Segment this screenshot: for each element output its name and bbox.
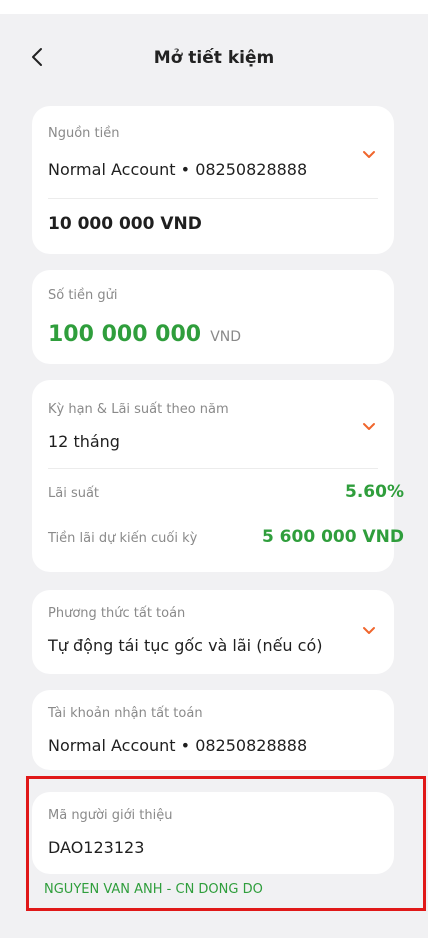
- term-value[interactable]: 12 tháng: [48, 432, 120, 451]
- settlement-label: Phương thức tất toán: [48, 606, 186, 621]
- highlight-box: [26, 776, 426, 911]
- source-balance: 10 000 000 VND: [48, 214, 202, 234]
- settlement-card[interactable]: Phương thức tất toán Tự động tái tục gốc…: [32, 590, 394, 674]
- term-label: Kỳ hạn & Lãi suất theo năm: [48, 402, 229, 417]
- deposit-currency: VND: [210, 329, 242, 345]
- deposit-card[interactable]: Số tiền gửi 100 000 000 VND: [32, 270, 394, 364]
- chevron-down-icon[interactable]: [362, 148, 376, 162]
- divider: [48, 468, 378, 469]
- status-bar: [0, 0, 428, 14]
- divider: [48, 198, 378, 199]
- interest-value: 5 600 000 VND: [261, 527, 404, 547]
- interest-row: Tiền lãi dự kiến cuối kỳ 5 600 000 VND: [48, 527, 404, 547]
- term-card: Kỳ hạn & Lãi suất theo năm 12 tháng Lãi …: [32, 380, 404, 572]
- source-account: Normal Account • 08250828888: [48, 160, 308, 179]
- interest-label: Tiền lãi dự kiến cuối kỳ: [48, 531, 198, 546]
- rate-value: 5.60%: [345, 482, 404, 502]
- deposit-label: Số tiền gửi: [48, 288, 118, 303]
- header: Mở tiết kiệm: [0, 14, 428, 104]
- receive-account-value: Normal Account • 08250828888: [48, 736, 308, 755]
- rate-label: Lãi suất: [48, 486, 100, 501]
- deposit-amount: 100 000 000: [48, 322, 202, 347]
- receive-account-label: Tài khoản nhận tất toán: [48, 706, 203, 721]
- source-card[interactable]: Nguồn tiền Normal Account • 08250828888 …: [32, 106, 394, 254]
- chevron-down-icon[interactable]: [362, 624, 376, 638]
- page-title: Mở tiết kiệm: [153, 48, 275, 68]
- deposit-amount-row: 100 000 000 VND: [48, 322, 241, 347]
- receive-account-card: Tài khoản nhận tất toán Normal Account •…: [32, 690, 394, 770]
- rate-row: Lãi suất 5.60%: [48, 482, 404, 502]
- source-label: Nguồn tiền: [48, 126, 120, 141]
- chevron-down-icon[interactable]: [362, 420, 376, 434]
- settlement-value: Tự động tái tục gốc và lãi (nếu có): [48, 636, 323, 655]
